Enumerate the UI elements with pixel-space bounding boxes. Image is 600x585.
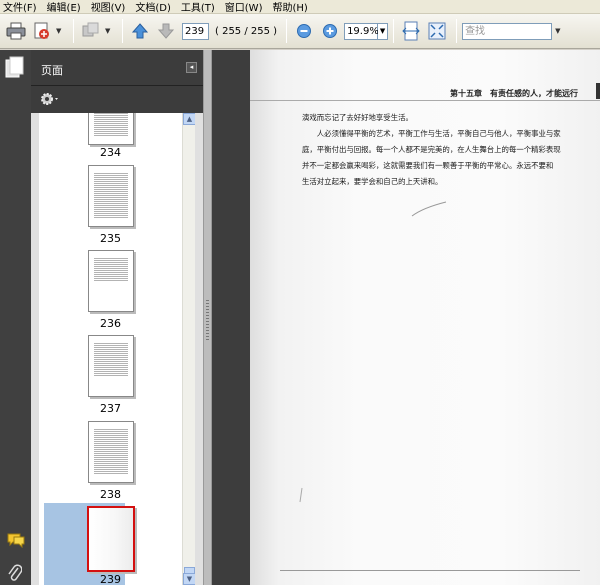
text-line: 演戏而忘记了去好好地享受生活。 [302, 113, 413, 122]
thumbnail-list[interactable]: 234 235 236 237 238 239 ▲ ▼ [39, 113, 195, 585]
toolbar-separator [456, 19, 458, 43]
create-pdf-icon [34, 22, 49, 39]
menu-file[interactable]: 文件(F) [3, 0, 37, 14]
scroll-up-arrow[interactable]: ▲ [183, 113, 195, 125]
text-line: 并不一定都会赢来喝彩，这就需要我们有一颗善于平衡的平常心。永远不要和 [302, 161, 554, 170]
zoom-out-button[interactable] [292, 19, 316, 43]
text-line: 庭，平衡付出与回报。每一个人都不是完美的，在人生舞台上的每一个精彩表现 [302, 145, 561, 154]
thumbnail-page-image [87, 113, 134, 145]
panel-options-bar [31, 86, 203, 113]
header-rule [250, 100, 600, 101]
page-count: ( 255 / 255 ) [215, 25, 278, 37]
document-page: 第十五章 有责任感的人，才能远行 演戏而忘记了去好好地享受生活。 人必须懂得平衡… [250, 50, 600, 585]
gear-icon [41, 93, 58, 105]
collapse-panel-button[interactable]: ◂ [186, 62, 197, 73]
collaborate-icon [82, 22, 99, 37]
menu-view[interactable]: 视图(V) [91, 0, 126, 14]
collaborate-dropdown[interactable]: ▼ [105, 27, 113, 35]
header-marker [596, 83, 600, 99]
pages-tab[interactable] [4, 56, 27, 82]
menu-help[interactable]: 帮助(H) [272, 0, 307, 14]
search-dropdown[interactable]: ▼ [555, 27, 563, 35]
document-area[interactable]: 第十五章 有责任感的人，才能远行 演戏而忘记了去好好地享受生活。 人必须懂得平衡… [212, 50, 600, 585]
zoom-dropdown[interactable]: ▼ [378, 22, 389, 40]
attachments-tab[interactable] [8, 564, 23, 585]
arrow-up-icon [131, 23, 149, 39]
menu-edit[interactable]: 编辑(E) [47, 0, 81, 14]
thumbnail-page-image [87, 335, 134, 397]
collaborate-button[interactable] [79, 19, 103, 43]
panel-title: 页面 [41, 64, 63, 77]
text-line: 人必须懂得平衡的艺术，平衡工作与生活，平衡自己与他人，平衡事业与家 [302, 129, 561, 138]
previous-page-button[interactable] [128, 19, 152, 43]
panel-splitter[interactable] [203, 50, 212, 585]
search-input[interactable]: 查找 [462, 22, 553, 40]
full-screen-icon [428, 22, 446, 40]
running-head: 第十五章 有责任感的人，才能远行 [450, 88, 578, 98]
print-button[interactable] [4, 19, 28, 43]
page-number-input[interactable]: 239 [182, 22, 209, 40]
menu-document[interactable]: 文档(D) [135, 0, 171, 14]
comment-icon [7, 533, 25, 549]
paperclip-icon [8, 564, 23, 581]
panel-header: 页面 ◂ [31, 50, 203, 86]
thumbnail-label: 234 [100, 146, 121, 159]
zoom-in-icon [323, 24, 338, 38]
arrow-down-icon [157, 23, 175, 39]
scroll-down-arrow[interactable]: ▼ [183, 573, 195, 585]
menu-window[interactable]: 窗口(W) [225, 0, 263, 14]
full-screen-button[interactable] [425, 19, 449, 43]
create-pdf-button[interactable] [30, 19, 54, 43]
zoom-input[interactable]: 19.9% [344, 22, 379, 40]
thumbnail-label: 237 [100, 402, 121, 415]
create-pdf-dropdown[interactable]: ▼ [56, 27, 64, 35]
menu-bar: 文件(F) 编辑(E) 视图(V) 文档(D) 工具(T) 窗口(W) 帮助(H… [0, 0, 600, 14]
toolbar-separator [393, 19, 395, 43]
toolbar-separator [122, 19, 123, 43]
footer-rule [280, 570, 580, 571]
thumbnail-label: 238 [100, 488, 121, 501]
toolbar-separator [286, 19, 288, 43]
thumbnail-label: 239 [100, 573, 121, 585]
thumbnail-label: 235 [100, 232, 121, 245]
thumbnail-scrollbar[interactable]: ▲ ▼ [182, 113, 195, 585]
thumbnail-label: 236 [100, 317, 121, 330]
zoom-in-button[interactable] [318, 19, 342, 43]
zoom-out-icon [297, 24, 312, 38]
menu-tools[interactable]: 工具(T) [181, 0, 215, 14]
thumbnail-page-image [87, 165, 134, 227]
splitter-grip[interactable] [206, 300, 209, 340]
toolbar-separator [73, 19, 74, 43]
toolbar: ▼ ▼ 239 ( 255 / 255 ) 19.9% ▼ 查找 ▼ [0, 14, 600, 49]
thumbnail-page-image [87, 421, 134, 483]
scan-mark [299, 487, 303, 503]
options-button[interactable] [40, 92, 62, 109]
fit-width-button[interactable] [399, 19, 423, 43]
thumbnail-page-image [87, 250, 134, 312]
fit-width-icon [402, 21, 420, 41]
printer-icon [6, 22, 26, 40]
next-page-button[interactable] [154, 19, 178, 43]
pages-icon [5, 56, 24, 78]
pages-panel: 页面 ◂ 234 235 236 237 238 239 ▲ ▼ [31, 50, 203, 585]
text-line: 生活对立起来，要学会和自己的上天讲和。 [302, 177, 443, 186]
navigation-strip [0, 50, 31, 585]
thumbnail-page-image [86, 506, 135, 572]
comments-tab[interactable] [6, 532, 26, 551]
scan-mark [411, 201, 447, 217]
